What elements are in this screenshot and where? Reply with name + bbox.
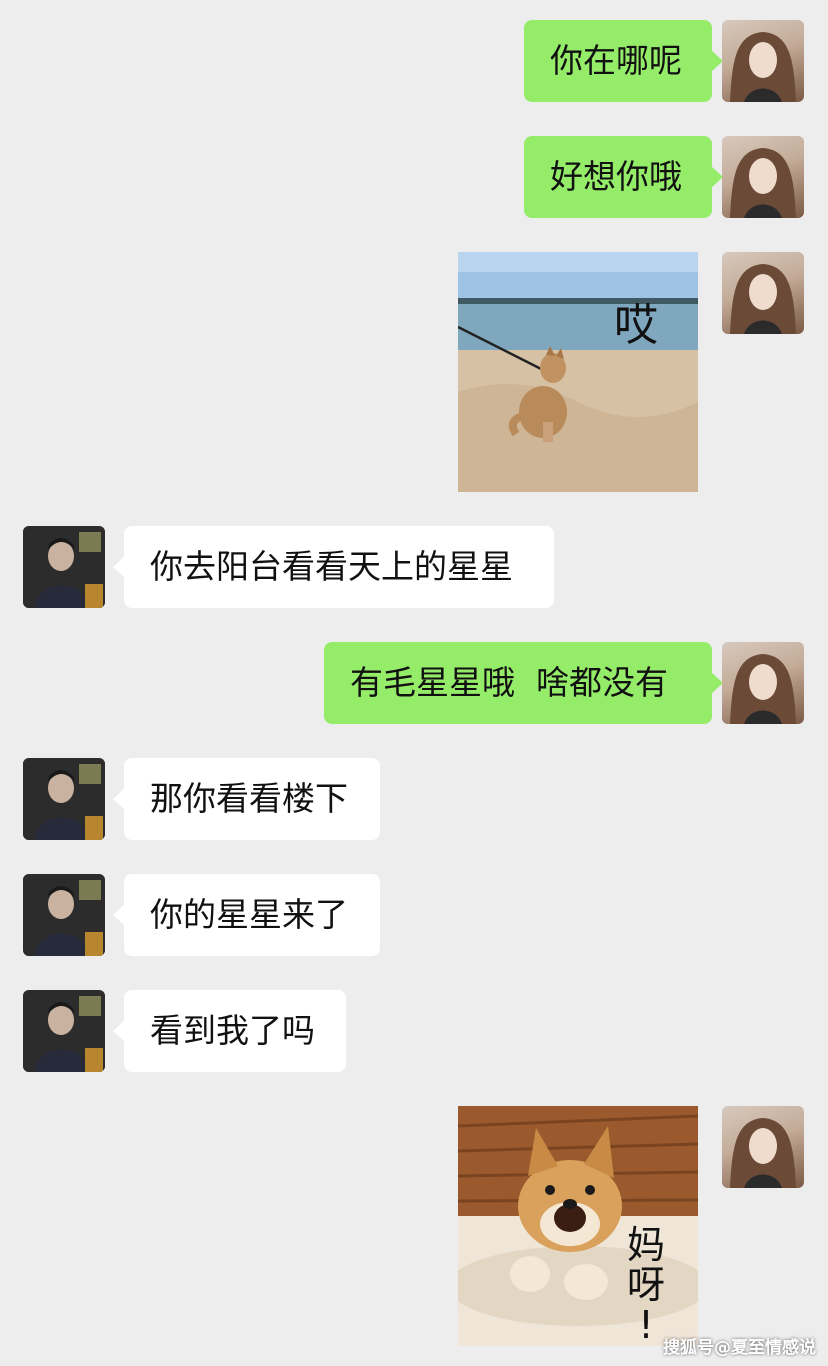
sticker-image-beach-dog[interactable]: 哎 — [458, 252, 698, 492]
message-bubble[interactable]: 那你看看楼下 — [113, 758, 380, 840]
my-avatar[interactable] — [722, 20, 804, 102]
sticker-image-puppy[interactable]: 妈 呀 ! — [458, 1106, 698, 1346]
sticker-caption-line-1: 妈 — [627, 1223, 665, 1267]
contact-avatar[interactable] — [23, 990, 105, 1072]
message-row-other: 那你看看楼下 — [0, 758, 828, 840]
sticker-caption-line-3: ! — [638, 1303, 653, 1346]
contact-avatar[interactable] — [23, 526, 105, 608]
sticker-caption: 哎 — [614, 300, 658, 351]
message-row-me: 有毛星星哦 啥都没有 — [0, 642, 828, 724]
message-row-me: 好想你哦 — [0, 136, 828, 218]
message-row-other: 你去阳台看看天上的星星 — [0, 526, 828, 608]
message-bubble[interactable]: 看到我了吗 — [113, 990, 346, 1072]
my-avatar[interactable] — [722, 252, 804, 334]
message-bubble[interactable]: 你在哪呢 — [524, 20, 723, 102]
my-avatar[interactable] — [722, 136, 804, 218]
message-bubble[interactable]: 你去阳台看看天上的星星 — [113, 526, 554, 608]
message-row-me: 妈 呀 ! — [0, 1106, 828, 1346]
sticker-caption-line-2: 呀 — [627, 1263, 665, 1307]
message-row-me: 哎 — [0, 252, 828, 492]
my-avatar[interactable] — [722, 642, 804, 724]
message-bubble[interactable]: 好想你哦 — [524, 136, 723, 218]
message-row-other: 看到我了吗 — [0, 990, 828, 1072]
message-bubble[interactable]: 你的星星来了 — [113, 874, 380, 956]
contact-avatar[interactable] — [23, 874, 105, 956]
message-bubble[interactable]: 有毛星星哦 啥都没有 — [324, 642, 723, 724]
chat-screen: { "messages": [ {"side": "me", "text": "… — [0, 0, 828, 1366]
contact-avatar[interactable] — [23, 758, 105, 840]
watermark-text: 搜狐号@夏至情感说 — [663, 1338, 816, 1358]
message-row-other: 你的星星来了 — [0, 874, 828, 956]
my-avatar[interactable] — [722, 1106, 804, 1188]
message-row-me: 你在哪呢 — [0, 20, 828, 102]
